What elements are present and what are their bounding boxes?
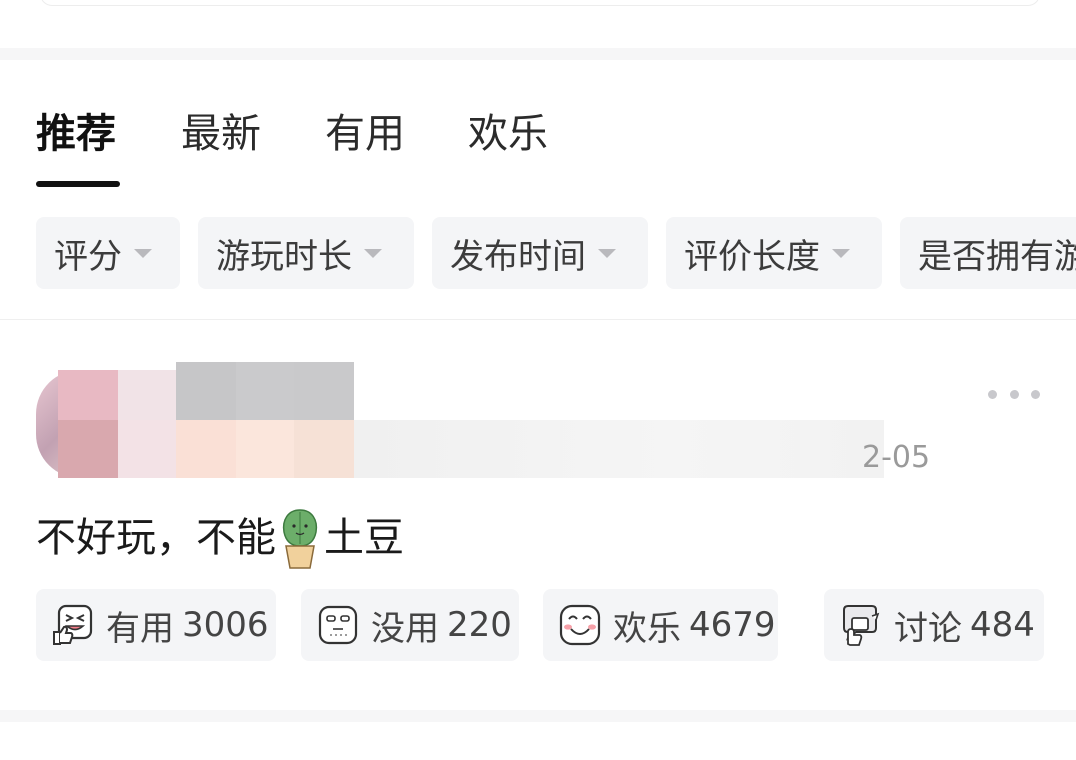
not-useful-label: 没用 (371, 608, 439, 649)
discuss-label: 讨论 (894, 608, 962, 649)
filter-owns-game-label: 是否拥有游 (918, 236, 1076, 277)
funny-count: 4679 (689, 605, 776, 645)
useful-label: 有用 (106, 608, 174, 649)
smile-blush-icon (559, 604, 601, 646)
chevron-down-icon (832, 248, 850, 258)
filter-publish-time-label: 发布时间 (450, 236, 586, 277)
filter-playtime[interactable]: 游玩时长 (198, 217, 414, 289)
chevron-down-icon (134, 248, 152, 258)
filter-owns-game[interactable]: 是否拥有游 (900, 217, 1076, 289)
section-divider-top (0, 48, 1076, 60)
review-date: 2-05 (862, 440, 931, 475)
tab-recommended[interactable]: 推荐 (36, 106, 116, 162)
filter-review-length-label: 评价长度 (684, 236, 820, 277)
review-text-before: 不好玩，不能 (36, 515, 276, 561)
funny-button[interactable]: 欢乐 4679 (543, 589, 778, 661)
filter-review-length[interactable]: 评价长度 (666, 217, 882, 289)
funny-label: 欢乐 (613, 608, 681, 649)
review-text: 不好玩，不能 土豆 (36, 506, 404, 570)
active-tab-indicator (36, 181, 120, 187)
filter-divider (0, 319, 1076, 320)
filter-publish-time[interactable]: 发布时间 (432, 217, 648, 289)
not-useful-count: 220 (447, 605, 512, 645)
useful-count: 3006 (182, 605, 269, 645)
search-card[interactable] (40, 0, 1040, 6)
useful-button[interactable]: 有用 3006 (36, 589, 276, 661)
discuss-count: 484 (970, 605, 1035, 645)
not-useful-button[interactable]: 没用 220 (301, 589, 519, 661)
laugh-thumb-icon (53, 604, 93, 645)
more-options-icon[interactable] (988, 386, 1040, 402)
section-divider-bottom (0, 710, 1076, 722)
cactus-emoji-icon (282, 509, 318, 569)
tab-useful[interactable]: 有用 (325, 106, 405, 162)
filter-rating[interactable]: 评分 (36, 217, 180, 289)
filter-rating-label: 评分 (54, 236, 122, 277)
chevron-down-icon (364, 248, 382, 258)
chat-hand-icon (843, 605, 880, 646)
discuss-button[interactable]: 讨论 484 (824, 589, 1044, 661)
blank-face-icon (318, 605, 358, 645)
filter-playtime-label: 游玩时长 (216, 236, 352, 277)
review-text-after: 土豆 (324, 515, 404, 561)
tab-latest[interactable]: 最新 (181, 106, 261, 162)
chevron-down-icon (598, 248, 616, 258)
tab-funny[interactable]: 欢乐 (468, 106, 548, 162)
